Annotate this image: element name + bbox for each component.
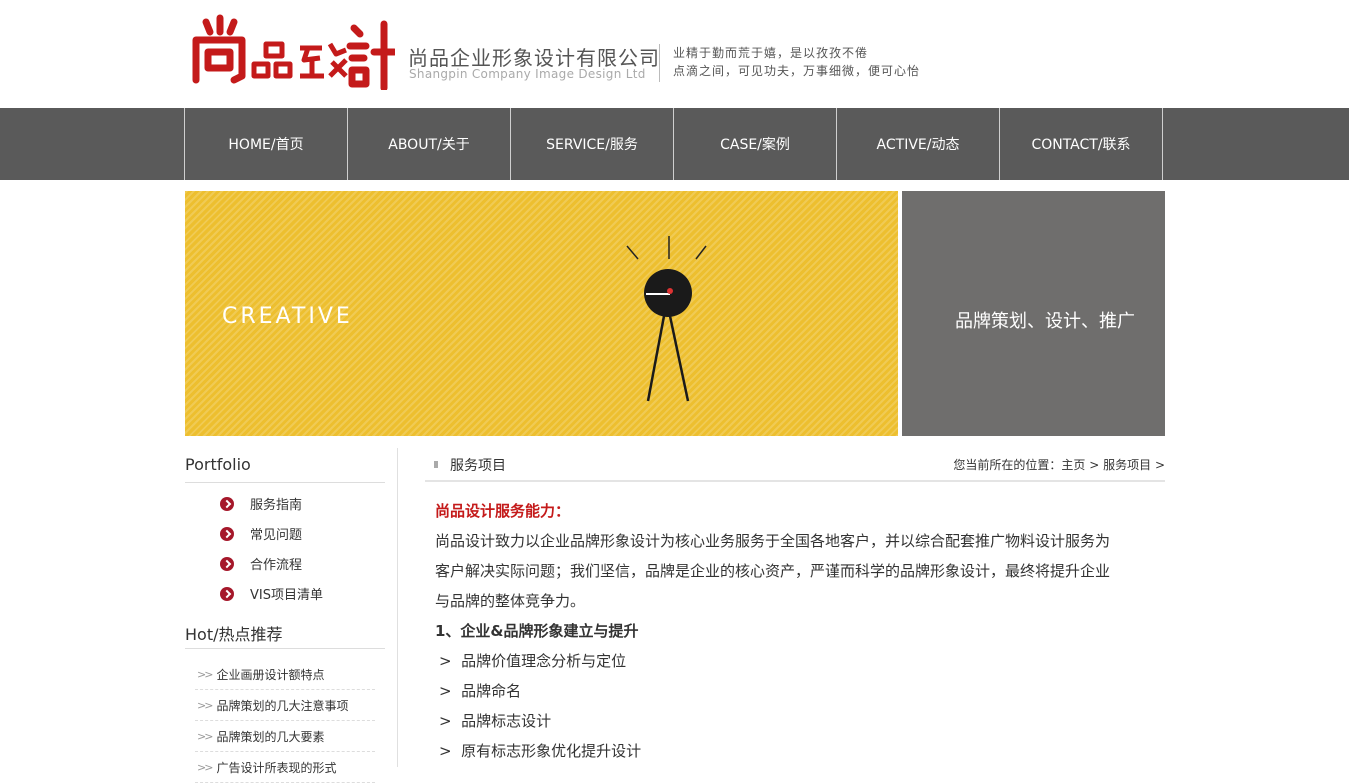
arrow-circle-icon [220,526,234,541]
service-paragraph-line: 客户解决实际问题；我们坚信，品牌是企业的核心资产，严谨而科学的品牌形象设计，最终… [435,562,1111,580]
service-bullet: > 品牌价值理念分析与定位 [439,646,1160,676]
bullet-arrow-icon: > [439,682,462,700]
service-heading: 尚品设计服务能力： [435,502,571,520]
banner-creative-text: CREATIVE [222,304,353,329]
bullet-arrow-icon: > [439,712,462,730]
breadcrumb: 您当前所在的位置：主页 > 服务项目 > [953,456,1165,473]
content-header: 服务项目 您当前所在的位置：主页 > 服务项目 > [425,448,1165,482]
hot-title: Hot/热点推荐 [185,625,283,644]
portfolio-title: Portfolio [185,455,251,474]
page-title: 服务项目 [450,458,506,474]
hot-link-label: 品牌策划的几大要素 [216,729,325,744]
service-bullet: > 品牌命名 [439,676,1160,706]
double-chevron-icon: >> [197,760,214,774]
hot-link[interactable]: >> 广告设计所表现的形式 [195,752,375,783]
service-item-faq[interactable]: 常见问题 [220,524,302,543]
service-paragraph-line: 与品牌的整体竞争力。 [435,592,586,610]
bullet-text: 原有标志形象优化提升设计 [461,742,642,760]
service-item-label: 合作流程 [250,558,303,573]
bullet-arrow-icon: > [439,742,462,760]
arrow-circle-icon [220,556,234,571]
nav-about[interactable]: ABOUT/关于 [348,108,511,180]
arrow-circle-icon [220,496,234,511]
hot-link[interactable]: >> 企业画册设计额特点 [195,659,375,690]
arrow-circle-icon [220,586,234,601]
bullet-text: 品牌命名 [461,682,522,700]
site-header: 尚品企业形象设计有限公司 Shangpin Company Image Desi… [185,0,1165,108]
service-bullet: > 品牌标志设计 [439,706,1160,736]
service-item-label: 服务指南 [250,498,303,513]
banner-image: CREATIVE [185,191,898,436]
nav-contact[interactable]: CONTACT/联系 [1000,108,1163,180]
hot-link-label: 品牌策划的几大注意事项 [216,698,349,713]
title-marker-icon [434,461,438,468]
double-chevron-icon: >> [197,667,214,681]
banner-slogan: 品牌策划、设计、推广 [955,311,1135,332]
nav-case[interactable]: CASE/案例 [674,108,837,180]
nav-active[interactable]: ACTIVE/动态 [837,108,1000,180]
banner-slogan-panel: 品牌策划、设计、推广 [902,191,1165,436]
double-chevron-icon: >> [197,698,214,712]
double-chevron-icon: >> [197,729,214,743]
portfolio-divider [185,482,385,483]
sidebar-separator [397,448,398,767]
bullet-text: 品牌标志设计 [461,712,552,730]
service-paragraph-line: 尚品设计致力以企业品牌形象设计为核心业务服务于全国各地客户，并以综合配套推广物料… [435,532,1111,550]
hot-link[interactable]: >> 品牌策划的几大要素 [195,721,375,752]
hot-link-label: 广告设计所表现的形式 [216,760,337,775]
motto-line-1: 业精于勤而荒于嬉，是以孜孜不倦 [673,46,869,60]
nav-home[interactable]: HOME/首页 [185,108,348,180]
service-item-guide[interactable]: 服务指南 [220,494,302,513]
nav-service[interactable]: SERVICE/服务 [511,108,674,180]
breadcrumb-tail: > [1151,458,1165,472]
header-divider [659,44,660,82]
lamp-illustration-icon [626,236,707,402]
service-item-process[interactable]: 合作流程 [220,554,302,573]
breadcrumb-current[interactable]: 服务项目 [1103,458,1151,472]
company-logo-icon[interactable] [190,14,395,90]
service-content: 尚品设计服务能力： 尚品设计致力以企业品牌形象设计为核心业务服务于全国各地客户，… [435,496,1160,766]
main-nav: HOME/首页 ABOUT/关于 SERVICE/服务 CASE/案例 ACTI… [0,108,1349,180]
breadcrumb-home[interactable]: 主页 [1061,458,1085,472]
section-title: 1、企业&品牌形象建立与提升 [435,622,639,640]
motto-line-2: 点滴之间，可见功夫，万事细微，便可心怡 [673,64,921,78]
hot-link-label: 企业画册设计额特点 [216,667,325,682]
service-item-vis[interactable]: VIS项目清单 [220,584,323,603]
company-name-en: Shangpin Company Image Design Ltd [409,67,646,81]
service-bullet: > 原有标志形象优化提升设计 [439,736,1160,766]
service-item-label: 常见问题 [250,528,303,543]
hot-divider [185,648,385,649]
service-item-label: VIS项目清单 [250,588,323,603]
bullet-arrow-icon: > [439,652,462,670]
breadcrumb-prefix: 您当前所在的位置： [953,458,1062,472]
hot-link[interactable]: >> 品牌策划的几大注意事项 [195,690,375,721]
company-motto: 业精于勤而荒于嬉，是以孜孜不倦 点滴之间，可见功夫，万事细微，便可心怡 [673,44,920,80]
breadcrumb-separator: > [1085,458,1104,472]
bullet-text: 品牌价值理念分析与定位 [461,652,627,670]
